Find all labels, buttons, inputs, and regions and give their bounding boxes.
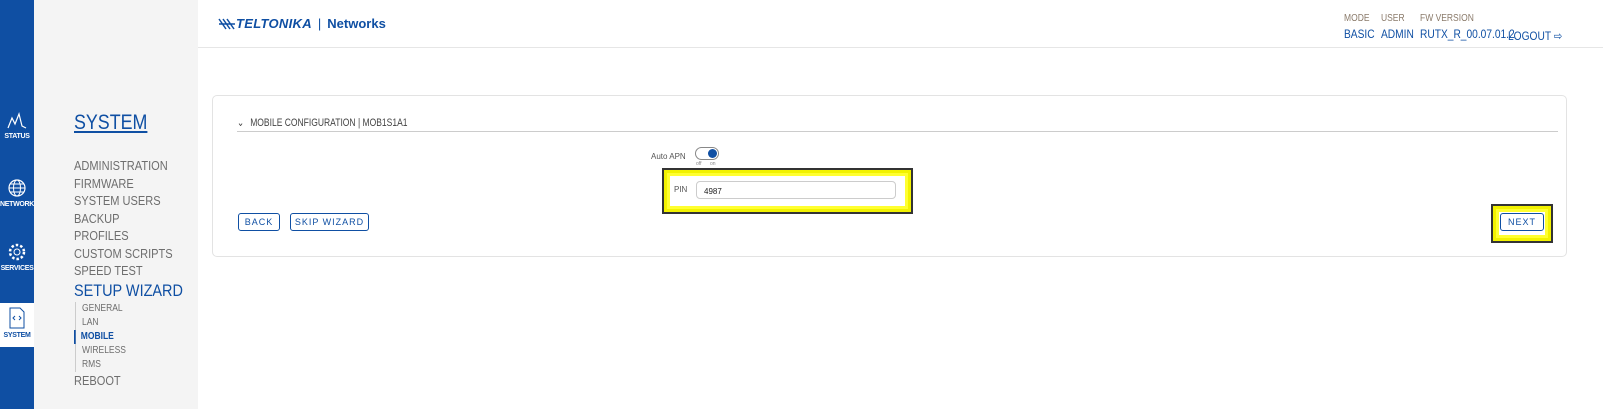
sidebar-item-firmware[interactable]: FIRMWARE	[74, 175, 183, 193]
mode-value[interactable]: BASIC	[1344, 27, 1375, 41]
sidebar-item-administration[interactable]: ADMINISTRATION	[74, 157, 183, 175]
sidebar-subitem-mobile[interactable]: MOBILE	[74, 329, 183, 344]
user-info: USER ADMIN	[1381, 13, 1414, 41]
rail-services[interactable]: SERVICES	[0, 242, 34, 272]
sidebar-item-custom-scripts[interactable]: CUSTOM SCRIPTS	[74, 245, 183, 263]
sidebar-item-reboot[interactable]: REBOOT	[74, 372, 183, 390]
icon-rail: STATUS NETWORK SERVICES SYSTEM	[0, 0, 34, 409]
brand-name: TELTONIKA	[236, 16, 312, 31]
code-file-icon	[9, 307, 25, 329]
fw-label: FW VERSION	[1420, 13, 1474, 24]
skip-wizard-button[interactable]: SKIP WIZARD	[290, 213, 369, 231]
sidebar-subitem-rms[interactable]: RMS	[82, 358, 184, 372]
pin-input[interactable]: 4987	[696, 181, 896, 199]
toggle-on-label: on	[710, 161, 716, 167]
sidebar-subitem-lan[interactable]: LAN	[82, 316, 184, 330]
pin-label: PIN	[674, 185, 688, 194]
logout-button[interactable]: LOGOUT ⇨	[1508, 26, 1562, 43]
sidebar-item-setup-wizard[interactable]: SETUP WIZARD	[74, 280, 183, 302]
fw-value: RUTX_R_00.07.01.2	[1420, 27, 1515, 41]
sidebar-title[interactable]: SYSTEM	[74, 111, 147, 135]
fw-info: FW VERSION RUTX_R_00.07.01.2	[1420, 13, 1515, 41]
mode-info: MODE BASIC	[1344, 13, 1375, 41]
sidebar-item-profiles[interactable]: PROFILES	[74, 227, 183, 245]
logout-label: LOGOUT	[1508, 29, 1551, 43]
rail-system-label: SYSTEM	[3, 332, 31, 339]
globe-icon	[8, 179, 26, 197]
logo[interactable]: TELTONIKA | Networks	[218, 16, 386, 31]
rail-network-label: NETWORK	[0, 201, 35, 208]
back-button[interactable]: BACK	[238, 213, 280, 231]
product-name: Networks	[327, 16, 386, 31]
activity-icon	[7, 112, 27, 129]
sidebar-item-system-users[interactable]: SYSTEM USERS	[74, 192, 183, 210]
rail-status-label: STATUS	[4, 133, 30, 140]
card-title[interactable]: ⌄ MOBILE CONFIGURATION | MOB1S1A1	[237, 116, 1558, 132]
rail-services-label: SERVICES	[0, 265, 34, 272]
next-button[interactable]: NEXT	[1500, 213, 1544, 231]
rail-network[interactable]: NETWORK	[0, 178, 34, 208]
gear-icon	[8, 243, 26, 261]
user-label: USER	[1381, 13, 1405, 24]
sidebar-subitem-general[interactable]: GENERAL	[82, 302, 184, 316]
toggle-off-label: off	[696, 161, 702, 167]
rail-status[interactable]: STATUS	[0, 112, 34, 140]
user-value: ADMIN	[1381, 27, 1414, 41]
sidebar-subitem-wireless[interactable]: WIRELESS	[82, 344, 184, 358]
chevron-down-icon: ⌄	[237, 117, 245, 129]
logout-icon: ⇨	[1553, 29, 1563, 43]
sidebar-item-backup[interactable]: BACKUP	[74, 210, 183, 228]
mode-label: MODE	[1344, 13, 1370, 24]
header: TELTONIKA | Networks MODE BASIC USER ADMIN…	[198, 0, 1603, 48]
card-title-text: MOBILE CONFIGURATION | MOB1S1A1	[250, 117, 408, 129]
mobile-config-card: ⌄ MOBILE CONFIGURATION | MOB1S1A1 Auto A…	[212, 95, 1567, 257]
rail-system[interactable]: SYSTEM	[0, 303, 34, 347]
sidebar: SYSTEM ADMINISTRATION FIRMWARE SYSTEM US…	[34, 0, 198, 409]
auto-apn-label: Auto APN	[651, 152, 686, 161]
sidebar-item-speed-test[interactable]: SPEED TEST	[74, 262, 183, 280]
teltonika-logo-icon	[218, 18, 235, 29]
auto-apn-toggle[interactable]	[695, 147, 719, 160]
